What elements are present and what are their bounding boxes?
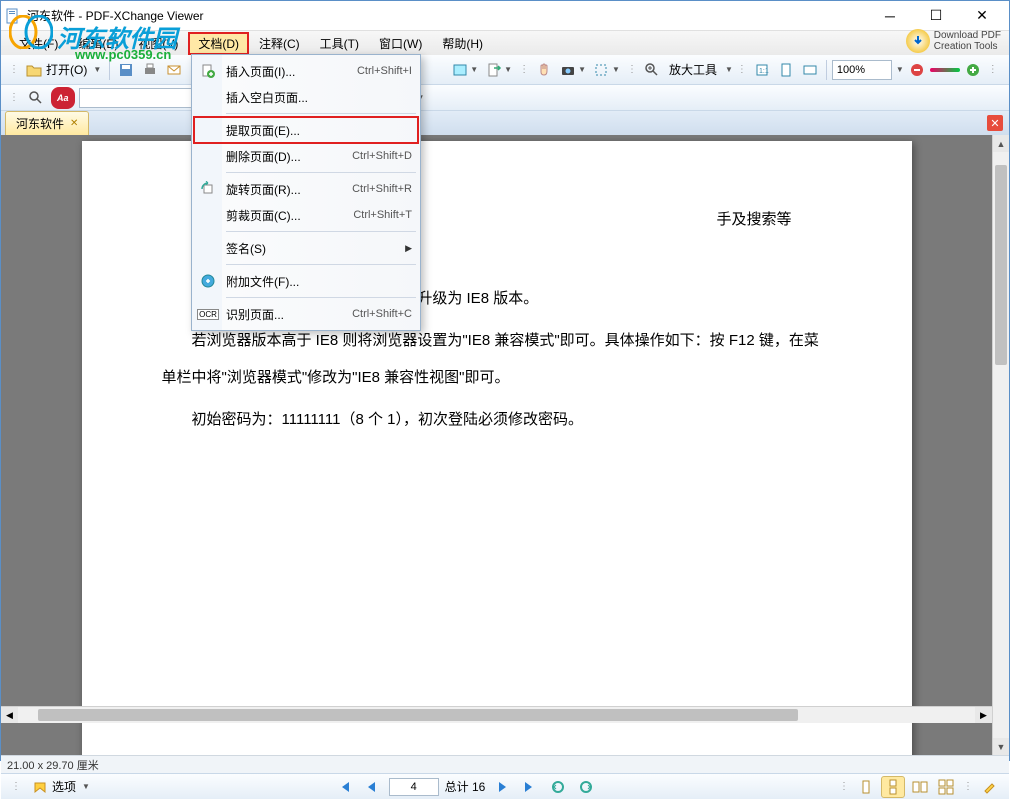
doc-line-4: 初始密码为：11111111（8 个 1），初次登陆必须修改密码。 bbox=[162, 401, 832, 439]
find-button[interactable]: Aa bbox=[51, 87, 75, 109]
menu-attach-file[interactable]: 附加文件(F)... bbox=[194, 268, 418, 294]
scroll-down-button[interactable]: ▼ bbox=[993, 738, 1009, 755]
download-line1: Download PDF bbox=[934, 30, 1001, 41]
rotate-pages-label: 旋转页面(R)... bbox=[220, 181, 352, 198]
menu-insert-blank[interactable]: 插入空白页面... bbox=[194, 84, 418, 110]
actual-size-button[interactable]: 1:1 bbox=[751, 59, 773, 81]
continuous-page-button[interactable] bbox=[881, 776, 905, 798]
attach-icon bbox=[196, 273, 220, 289]
next-page-button[interactable] bbox=[491, 776, 513, 798]
grip-icon: ⋮ bbox=[9, 64, 19, 75]
fit-width-button[interactable] bbox=[799, 59, 821, 81]
tab-label: 河东软件 bbox=[16, 115, 64, 132]
menu-help[interactable]: 帮助(H) bbox=[432, 32, 493, 55]
highlight-tool-button[interactable] bbox=[979, 776, 1001, 798]
download-pdf-tools-badge[interactable]: Download PDFCreation Tools bbox=[906, 29, 1001, 53]
menu-rotate-pages[interactable]: 旋转页面(R)... Ctrl+Shift+R bbox=[194, 176, 418, 202]
scroll-thumb-v[interactable] bbox=[995, 165, 1007, 365]
facing-page-button[interactable] bbox=[909, 776, 931, 798]
doc-line-3: 若浏览器版本高于 IE8 则将浏览器设置为"IE8 兼容模式"即可。具体操作如下… bbox=[162, 322, 832, 397]
single-page-button[interactable] bbox=[855, 776, 877, 798]
navigation-bar: ⋮ 选项 ▼ 总计 16 ⋮ ⋮ bbox=[1, 773, 1009, 799]
select-tool-button[interactable]: ▼ bbox=[591, 59, 623, 81]
menu-insert-pages[interactable]: 插入页面(I)... Ctrl+Shift+I bbox=[194, 58, 418, 84]
tab-bar: 河东软件 ✕ ✕ bbox=[1, 111, 1009, 135]
attach-label: 附加文件(F)... bbox=[220, 273, 412, 290]
page-number-input[interactable] bbox=[389, 778, 439, 796]
scan-button[interactable]: ▼ bbox=[449, 59, 481, 81]
ocr-shortcut: Ctrl+Shift+C bbox=[352, 308, 412, 320]
options-label: 选项 bbox=[48, 778, 80, 795]
document-viewport: 手及搜索等 若浏览器版本低于 IE8 请将浏览器升级为 IE8 版本。 若浏览器… bbox=[1, 135, 1009, 755]
tab-close-icon[interactable]: ✕ bbox=[70, 118, 78, 129]
menu-delete-pages[interactable]: 删除页面(D)... Ctrl+Shift+D bbox=[194, 143, 418, 169]
facing-continuous-button[interactable] bbox=[935, 776, 957, 798]
menu-tools[interactable]: 工具(T) bbox=[310, 32, 369, 55]
zoom-slider[interactable] bbox=[930, 68, 960, 72]
delete-pages-label: 删除页面(D)... bbox=[220, 148, 352, 165]
menu-window[interactable]: 窗口(W) bbox=[369, 32, 432, 55]
next-view-button[interactable] bbox=[575, 776, 597, 798]
watermark-url: www.pc0359.cn bbox=[75, 47, 171, 62]
submenu-arrow-icon: ▶ bbox=[405, 243, 412, 254]
menu-document[interactable]: 文档(D) bbox=[188, 32, 249, 55]
prev-view-button[interactable] bbox=[547, 776, 569, 798]
export-button[interactable]: ▼ bbox=[483, 59, 515, 81]
insert-pages-icon bbox=[196, 63, 220, 79]
ocr-label: 识别页面... bbox=[220, 306, 352, 323]
snapshot-tool-button[interactable]: ▼ bbox=[557, 59, 589, 81]
prev-page-button[interactable] bbox=[361, 776, 383, 798]
ocr-icon: OCR bbox=[196, 309, 220, 320]
sign-label: 签名(S) bbox=[220, 240, 405, 257]
insert-pages-shortcut: Ctrl+Shift+I bbox=[357, 65, 412, 77]
crop-pages-shortcut: Ctrl+Shift+T bbox=[353, 209, 412, 221]
hand-tool-button[interactable] bbox=[533, 59, 555, 81]
download-line2: Creation Tools bbox=[934, 41, 1001, 52]
zoom-input[interactable] bbox=[832, 60, 892, 80]
menu-comments[interactable]: 注释(C) bbox=[249, 32, 310, 55]
document-tab[interactable]: 河东软件 ✕ bbox=[5, 111, 89, 135]
watermark-logo bbox=[9, 15, 53, 54]
menu-sign[interactable]: 签名(S) ▶ bbox=[194, 235, 418, 261]
vertical-scrollbar[interactable]: ▲ ▼ bbox=[992, 135, 1009, 755]
download-icon bbox=[906, 29, 930, 53]
rotate-pages-shortcut: Ctrl+Shift+R bbox=[352, 183, 412, 195]
crop-pages-label: 剪裁页面(C)... bbox=[220, 207, 353, 224]
options-button[interactable]: 选项 ▼ bbox=[29, 776, 93, 798]
insert-blank-label: 插入空白页面... bbox=[220, 89, 412, 106]
zoom-in-button[interactable] bbox=[641, 59, 663, 81]
delete-pages-shortcut: Ctrl+Shift+D bbox=[352, 150, 412, 162]
fit-page-button[interactable] bbox=[775, 59, 797, 81]
status-bar: 21.00 x 29.70 厘米 bbox=[1, 755, 1009, 773]
horizontal-scrollbar[interactable]: ◀ ▶ bbox=[1, 706, 992, 723]
insert-pages-label: 插入页面(I)... bbox=[220, 63, 357, 80]
page-total-label: 总计 16 bbox=[445, 778, 486, 795]
menu-crop-pages[interactable]: 剪裁页面(C)... Ctrl+Shift+T bbox=[194, 202, 418, 228]
close-button[interactable]: ✕ bbox=[959, 1, 1005, 31]
zoom-in-btn[interactable] bbox=[962, 59, 984, 81]
zoom-out-btn[interactable] bbox=[906, 59, 928, 81]
last-page-button[interactable] bbox=[519, 776, 541, 798]
open-label: 打开(O) bbox=[42, 61, 91, 78]
menu-ocr[interactable]: OCR 识别页面... Ctrl+Shift+C bbox=[194, 301, 418, 327]
scroll-thumb-h[interactable] bbox=[38, 709, 798, 721]
scroll-up-button[interactable]: ▲ bbox=[993, 135, 1009, 152]
scroll-right-button[interactable]: ▶ bbox=[975, 707, 992, 723]
rotate-icon bbox=[196, 181, 220, 197]
close-all-tabs-button[interactable]: ✕ bbox=[987, 115, 1003, 131]
document-dropdown-menu: 插入页面(I)... Ctrl+Shift+I 插入空白页面... 提取页面(E… bbox=[191, 54, 421, 331]
extract-pages-label: 提取页面(E)... bbox=[220, 122, 412, 139]
maximize-button[interactable]: ☐ bbox=[913, 1, 959, 31]
menu-extract-pages[interactable]: 提取页面(E)... bbox=[194, 117, 418, 143]
search-toolbar: ⋮ Aa ▼ bbox=[1, 85, 1009, 111]
search-button[interactable] bbox=[25, 87, 47, 109]
first-page-button[interactable] bbox=[333, 776, 355, 798]
svg-text:1:1: 1:1 bbox=[759, 68, 769, 75]
scroll-left-button[interactable]: ◀ bbox=[1, 707, 18, 723]
minimize-button[interactable]: ─ bbox=[867, 1, 913, 31]
page-dimensions: 21.00 x 29.70 厘米 bbox=[7, 757, 99, 773]
zoom-tool-label: 放大工具 bbox=[665, 61, 721, 78]
